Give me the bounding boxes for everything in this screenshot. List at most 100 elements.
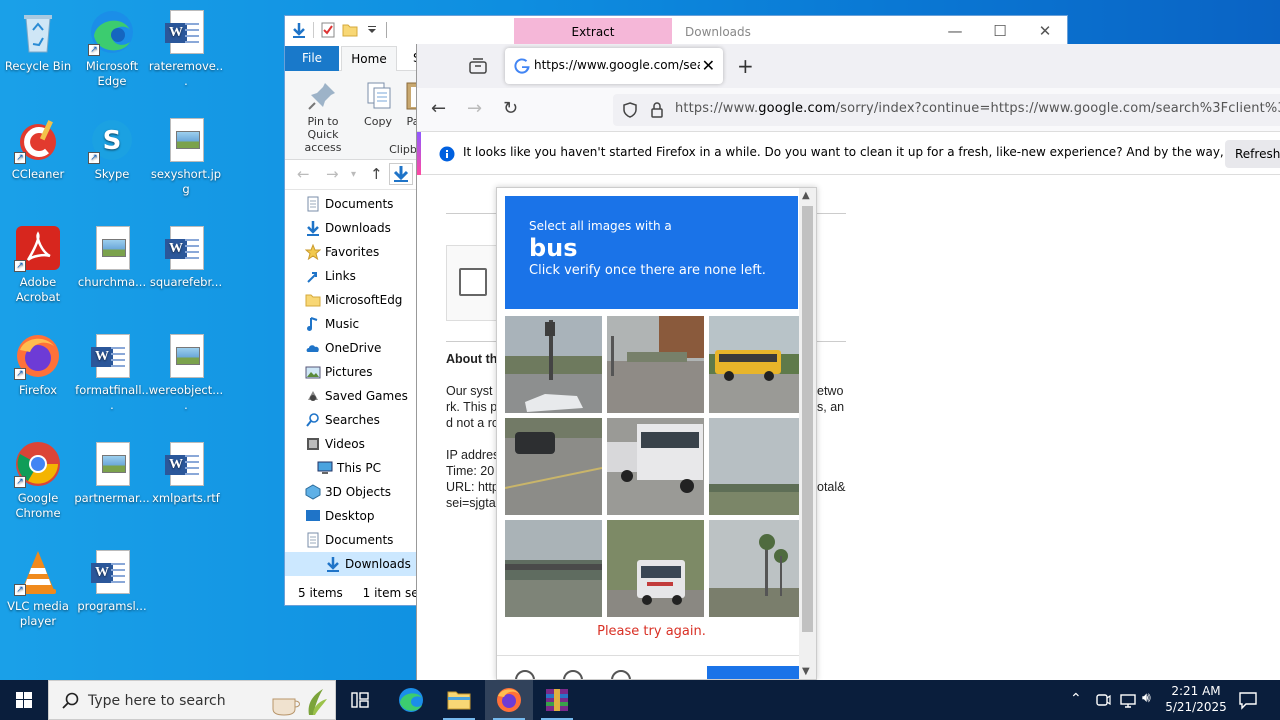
taskbar-winrar[interactable] [533, 680, 581, 720]
firefox-tab-google[interactable]: https://www.google.com/search ✕ [505, 48, 723, 84]
taskbar-firefox[interactable] [485, 680, 533, 720]
url-bar[interactable]: https://www.google.com/sorry/index?conti… [613, 94, 1280, 126]
nav-item[interactable]: Desktop [306, 504, 375, 528]
maximize-button[interactable]: ☐ [977, 16, 1023, 46]
nav-item[interactable]: This PC [317, 456, 381, 480]
up-arrow-icon[interactable]: ↑ [370, 165, 383, 183]
desktop-icon-skype[interactable]: S ↗ Skype [74, 116, 150, 182]
taskbar-search-box[interactable]: Type here to search [48, 680, 336, 720]
download-arrow-icon[interactable] [291, 22, 307, 38]
recent-locations-icon[interactable]: ▾ [351, 169, 356, 180]
taskbar-file-explorer[interactable] [435, 680, 483, 720]
tab-extract[interactable]: Extract [514, 18, 672, 46]
scroll-down-icon[interactable]: ▼ [802, 666, 810, 677]
image-tile-1[interactable] [505, 316, 602, 413]
lock-icon[interactable] [650, 102, 664, 121]
scroll-up-icon[interactable]: ▲ [802, 190, 810, 201]
clock[interactable]: 2:21 AM 5/21/2025 [1164, 683, 1228, 715]
desktop-icon-ccleaner[interactable]: ↗ CCleaner [0, 116, 76, 182]
nav-item[interactable]: Saved Games [308, 384, 408, 408]
desktop-icon-vlc[interactable]: ↗ VLC media player [0, 548, 76, 629]
desktop-icon-recycle-bin[interactable]: Recycle Bin [0, 8, 76, 74]
help-icon[interactable] [611, 670, 631, 679]
nav-item[interactable]: MicrosoftEdg [305, 288, 402, 312]
desktop-icon-firefox[interactable]: ↗ Firefox [0, 332, 76, 398]
desktop-icon-rateremove[interactable]: W rateremove... [148, 8, 224, 89]
desktop-icon-sexyshort[interactable]: sexyshort.jpg [148, 116, 224, 197]
nav-item[interactable]: Documents [307, 528, 393, 552]
nav-item[interactable]: Favorites [304, 240, 379, 264]
image-tile-7[interactable] [505, 520, 602, 617]
nav-item[interactable]: Downloads [285, 552, 417, 576]
tab-file[interactable]: File [285, 46, 339, 71]
meet-now-icon[interactable] [1095, 691, 1111, 720]
shield-icon[interactable] [623, 102, 637, 121]
about-text-line: Our syst [446, 384, 493, 398]
desktop-icon-google-chrome[interactable]: ↗ Google Chrome [0, 440, 76, 521]
close-tab-icon[interactable]: ✕ [702, 56, 715, 75]
new-tab-icon[interactable]: + [737, 54, 754, 78]
verify-button[interactable] [707, 666, 799, 679]
image-tile-3[interactable] [709, 316, 806, 413]
back-arrow-icon[interactable]: ← [431, 98, 446, 119]
desktop-icon-formatfinall[interactable]: W formatfinall... [74, 332, 150, 413]
taskbar-edge[interactable] [387, 680, 435, 720]
nav-item[interactable]: Music [307, 312, 359, 336]
network-icon[interactable] [1119, 691, 1137, 720]
music-icon [305, 316, 321, 332]
image-tile-2[interactable] [607, 316, 704, 413]
challenge-hint: Click verify once there are none left. [529, 263, 766, 278]
image-tile-8[interactable] [607, 520, 704, 617]
nav-item[interactable]: OneDrive [306, 336, 381, 360]
desktop-icon-partnermar[interactable]: partnermar... [74, 440, 150, 506]
new-folder-icon[interactable] [342, 22, 358, 38]
nav-item[interactable]: Pictures [305, 360, 373, 384]
reload-challenge-icon[interactable] [515, 670, 535, 679]
recaptcha-challenge: Select all images with a bus Click verif… [496, 187, 817, 680]
nav-item[interactable]: Searches [306, 408, 380, 432]
image-tile-5[interactable] [607, 418, 704, 515]
image-tile-9[interactable] [709, 520, 806, 617]
task-view-button[interactable] [336, 680, 384, 720]
start-button[interactable] [0, 680, 48, 720]
desktop-icon-label: wereobject.... [148, 383, 224, 412]
desktop-icon-squarefebr[interactable]: W squarefebr... [148, 224, 224, 290]
notifications-icon[interactable] [1238, 690, 1258, 720]
minimize-button[interactable]: — [932, 16, 978, 46]
show-hidden-icons[interactable]: ⌃ [1070, 691, 1082, 720]
copy-button[interactable]: Copy [361, 79, 395, 128]
search-highlight-icon [269, 685, 329, 720]
qat-dropdown-icon[interactable] [364, 22, 380, 38]
desktop-icon-adobe-acrobat[interactable]: ↗ Adobe Acrobat [0, 224, 76, 305]
not-a-robot-checkbox[interactable] [459, 268, 487, 296]
nav-item[interactable]: Links [307, 264, 356, 288]
desktop-icon-microsoft-edge[interactable]: ↗ Microsoft Edge [74, 8, 150, 89]
nav-item[interactable]: Downloads [307, 216, 391, 240]
watermark: ANY RUN [1038, 612, 1256, 663]
firefox-view-icon[interactable] [469, 58, 487, 77]
image-tile-4[interactable] [505, 418, 602, 515]
audio-challenge-icon[interactable] [563, 670, 583, 679]
desktop-icon-label: xmlparts.rtf [152, 491, 220, 505]
scrollbar-thumb[interactable] [802, 206, 813, 632]
properties-icon[interactable] [320, 22, 336, 38]
location-downloads-icon[interactable] [389, 163, 413, 185]
refresh-firefox-button[interactable]: Refresh F [1225, 140, 1280, 168]
forward-arrow-icon[interactable]: → [326, 165, 339, 183]
image-tile-6[interactable] [709, 418, 806, 515]
desktop-icon-wereobject[interactable]: wereobject.... [148, 332, 224, 413]
close-button[interactable]: ✕ [1022, 16, 1068, 46]
nav-item[interactable]: Documents [307, 192, 393, 216]
scrollbar[interactable]: ▲ ▼ [799, 188, 816, 679]
nav-item[interactable]: 3D Objects [305, 480, 391, 504]
nav-item[interactable]: Videos [307, 432, 365, 456]
volume-icon[interactable]: 🔊︎ [1142, 690, 1151, 720]
desktop-icon-programsl[interactable]: W programsl... [74, 548, 150, 614]
pin-to-quick-access-button[interactable]: Pin to Quick access [291, 79, 355, 154]
desktop-icon-xmlparts[interactable]: W xmlparts.rtf [148, 440, 224, 506]
tab-home[interactable]: Home [341, 46, 397, 72]
desktop-icon-churchma[interactable]: churchma... [74, 224, 150, 290]
forward-arrow-icon[interactable]: → [467, 98, 482, 119]
back-arrow-icon[interactable]: ← [297, 165, 310, 183]
reload-icon[interactable]: ↻ [503, 98, 518, 119]
